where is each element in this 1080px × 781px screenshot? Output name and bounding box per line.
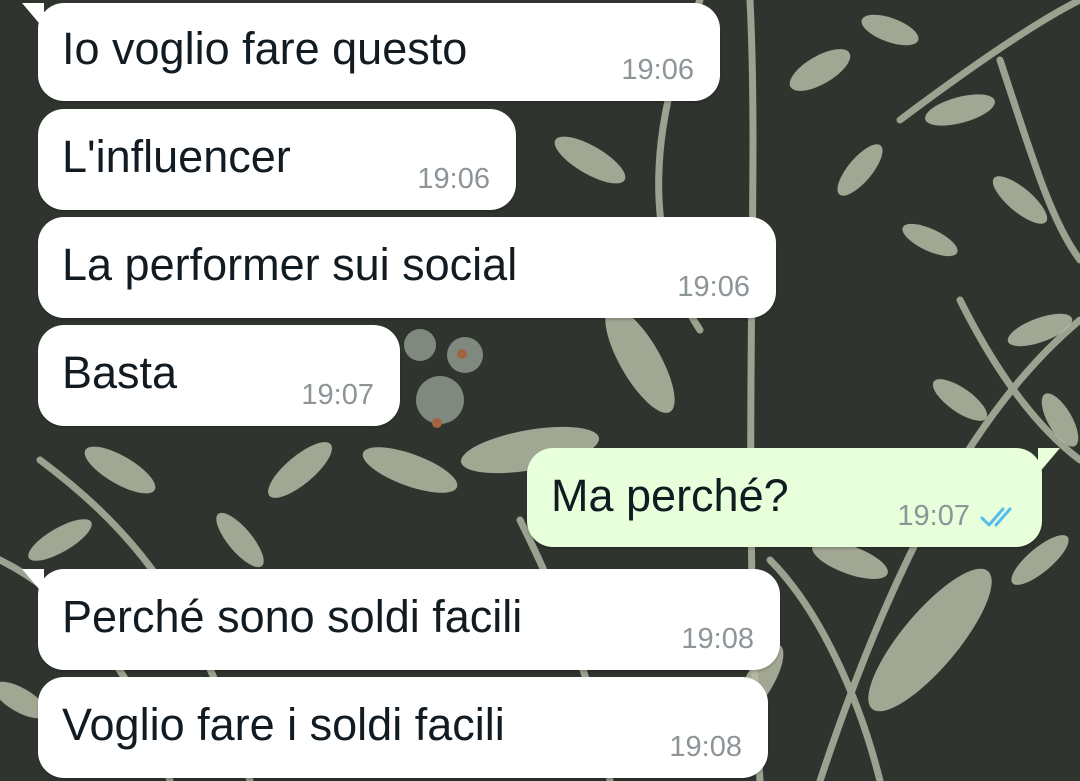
message-timestamp: 19:07	[301, 379, 374, 411]
message-bubble-incoming[interactable]: Io voglio fare questo 19:06	[22, 3, 720, 101]
message-text: L'influencer	[62, 131, 291, 182]
message-timestamp: 19:08	[681, 623, 754, 655]
message-text: Basta	[62, 347, 178, 398]
message-timestamp: 19:08	[669, 731, 742, 763]
message-bubble-incoming[interactable]: Perché sono soldi facili 19:08	[22, 569, 780, 670]
chat-message-list: Io voglio fare questo 19:06 L'influencer…	[0, 0, 1080, 781]
message-timestamp: 19:07	[897, 500, 1022, 533]
message-text: Ma perché?	[551, 470, 789, 521]
message-text: Voglio fare i soldi facili	[62, 699, 505, 750]
message-timestamp: 19:06	[417, 163, 490, 195]
message-bubble-incoming[interactable]: Basta 19:07	[38, 325, 400, 426]
bubble-tail	[1038, 448, 1060, 474]
bubble-tail	[22, 3, 44, 29]
message-bubble-outgoing[interactable]: Ma perché? 19:07	[527, 448, 1060, 547]
message-text: Perché sono soldi facili	[62, 591, 523, 642]
bubble-tail	[22, 569, 44, 595]
double-check-read-icon	[980, 507, 1012, 526]
message-bubble-incoming[interactable]: L'influencer 19:06	[38, 109, 516, 210]
message-text: La performer sui social	[62, 239, 518, 290]
message-timestamp: 19:06	[677, 271, 750, 303]
message-timestamp: 19:06	[621, 54, 694, 86]
message-bubble-incoming[interactable]: Voglio fare i soldi facili 19:08	[38, 677, 768, 778]
message-bubble-incoming[interactable]: La performer sui social 19:06	[38, 217, 776, 318]
message-text: Io voglio fare questo	[62, 23, 468, 74]
